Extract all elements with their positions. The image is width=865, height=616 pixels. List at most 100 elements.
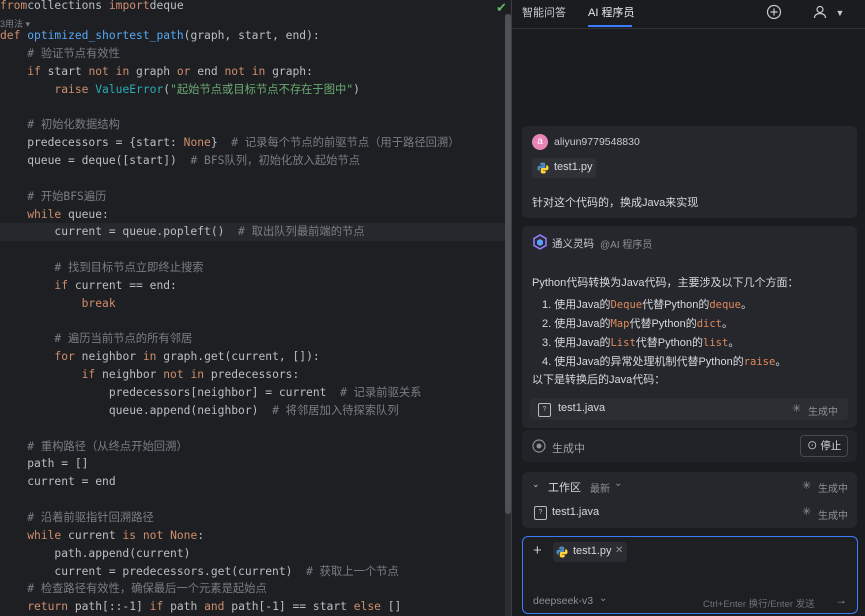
code-token: queue = deque([start]) [0,153,191,167]
code-line[interactable]: fromcollections importdeque [0,0,510,15]
code-token: queue.append(neighbor) [0,403,273,417]
workspace-file-status: 生成中 [818,511,848,522]
code-line[interactable]: if current == end: [0,277,510,295]
code-line[interactable]: path.append(current) [0,545,510,563]
code-token: current = end [0,475,116,489]
code-token: graph.get(current, []): [163,350,320,364]
code-line[interactable]: if neighbor not in predecessors: [0,366,510,384]
attached-file-name: test1.py [554,161,593,173]
list-item-part: dict [696,318,722,330]
code-line[interactable] [0,241,510,259]
code-line[interactable]: current = end [0,473,510,491]
code-line[interactable]: predecessors[neighbor] = current # 记录前驱关… [0,384,510,402]
code-line[interactable]: queue.append(neighbor) # 将邻居加入待探索队列 [0,402,510,420]
code-token: } [210,136,232,150]
code-line[interactable]: predecessors = {start: None} # 记录每个节点的前驱… [0,134,510,152]
tab-ai-programmer[interactable]: AI 程序员 [588,0,634,28]
code-line[interactable] [0,98,510,116]
code-token: graph [136,64,177,78]
assistant-outro: 以下是转换后的Java代码： [532,374,666,386]
chevron-down-icon[interactable]: ▼ [831,4,849,22]
code-line[interactable]: # 沿着前驱指针回溯路径 [0,509,510,527]
code-line[interactable]: # 遍历当前节点的所有邻居 [0,330,510,348]
tongyi-logo-icon [533,234,547,250]
code-editor[interactable]: fromcollections importdeque 3用法 ▾ def opti… [0,0,510,616]
code-token: # 重构路径（从终点开始回溯） [27,439,188,453]
generating-icon [532,439,546,453]
list-item-part: 1. [542,299,555,311]
code-line[interactable]: break [0,295,510,313]
filter-chevron-icon[interactable]: ⌄ [614,478,622,489]
code-token: # 将邻居加入待探索队列 [272,403,399,417]
list-item-part: 代替Python的 [635,337,704,349]
list-item-part: 。 [728,337,740,349]
code-line[interactable]: path = [] [0,455,510,473]
generated-file-status: 生成中 [808,407,838,418]
code-line[interactable]: if start not in graph or end not in grap… [0,63,510,81]
input-attached-file-chip[interactable]: test1.py ✕ [553,542,627,562]
code-token: # 找到目标节点立即终止搜索 [54,261,204,275]
code-line[interactable] [0,420,510,438]
code-token: current == end: [74,278,177,292]
list-item-part: Map [610,318,630,330]
code-token: not in [88,64,137,78]
remove-file-icon[interactable]: ✕ [615,545,623,556]
list-item-part: 。 [775,356,787,368]
code-line[interactable]: # 初始化数据结构 [0,116,510,134]
code-line[interactable]: while current is not None: [0,527,510,545]
user-icon[interactable] [811,4,829,22]
code-line[interactable]: # 检查路径有效性，确保最后一个元素是起始点 [0,580,510,598]
model-selector[interactable]: deepseek-v3 [533,595,593,607]
workspace-file-name[interactable]: test1.java [552,506,599,518]
workspace-title[interactable]: 工作区 [548,479,581,495]
code-token: not in [163,368,211,382]
code-line[interactable]: raise ValueError("起始节点或目标节点不存在于图中") [0,81,510,99]
ai-assistant-panel: 智能问答 AI 程序员 ▼ a aliyun9779548830 test1.p… [512,0,865,616]
code-token: deque [149,0,184,12]
workspace-filter[interactable]: 最新 [590,480,610,495]
code-token: current [68,528,123,542]
send-icon[interactable]: → [835,593,847,607]
add-context-icon[interactable]: + [533,542,542,559]
attached-file-chip[interactable]: test1.py [532,158,596,178]
code-token: # 获取上一个节点 [306,564,399,578]
tab-smart-qa[interactable]: 智能问答 [522,0,566,28]
code-line[interactable]: # 验证节点有效性 [0,45,510,63]
new-chat-icon[interactable] [765,4,783,22]
code-token: and [204,600,232,614]
code-token: for [54,350,82,364]
code-line[interactable]: # 找到目标节点立即终止搜索 [0,259,510,277]
code-token: ) [353,82,360,96]
stop-button[interactable]: ⊙ 停止 [800,435,849,457]
code-line[interactable]: while queue: [0,206,510,224]
generating-bar: 生成中 ⊙ 停止 [522,430,857,462]
code-token: predecessors = {start: [0,136,184,150]
code-line[interactable]: # 重构路径（从终点开始回溯） [0,438,510,456]
chat-input-box[interactable]: + test1.py ✕ deepseek-v3 ⌄ Ctrl+Enter 换行… [522,536,858,614]
code-line[interactable]: current = queue.popleft() # 取出队列最前端的节点 [0,223,510,242]
code-line[interactable] [0,170,510,188]
code-line[interactable]: queue = deque([start]) # BFS队列，初始化放入起始节点 [0,152,510,170]
model-chevron-icon[interactable]: ⌄ [599,593,607,604]
code-token: None [183,136,211,150]
list-item-part: 使用Java的异常处理机制代替Python的 [554,356,744,368]
active-tab-indicator [588,25,632,27]
code-line[interactable]: return path[::-1] if path and path[-1] =… [0,598,510,616]
code-line[interactable]: for neighbor in graph.get(current, []): [0,348,510,366]
code-line[interactable] [0,313,510,331]
code-token: path.append(current) [0,546,191,560]
code-line[interactable]: def optimized_shortest_path(graph, start… [0,27,510,45]
code-token: not in [224,64,273,78]
assistant-message-card: 通义灵码 @AI 程序员 Python代码转换为Java代码，主要涉及以下几个方… [522,226,857,428]
code-line[interactable]: # 开始BFS遍历 [0,188,510,206]
code-line[interactable] [0,491,510,509]
list-item: 3. 使用Java的List代替Python的list。 [542,334,739,350]
generated-file-row[interactable]: ? test1.java ✳ 生成中 [530,398,848,420]
collapse-chevron-icon[interactable]: ⌄ [532,479,540,490]
code-token: path = [] [0,457,89,471]
panel-tabs: 智能问答 AI 程序员 ▼ [512,0,865,29]
code-line[interactable]: current = predecessors.get(current) # 获取… [0,563,510,581]
